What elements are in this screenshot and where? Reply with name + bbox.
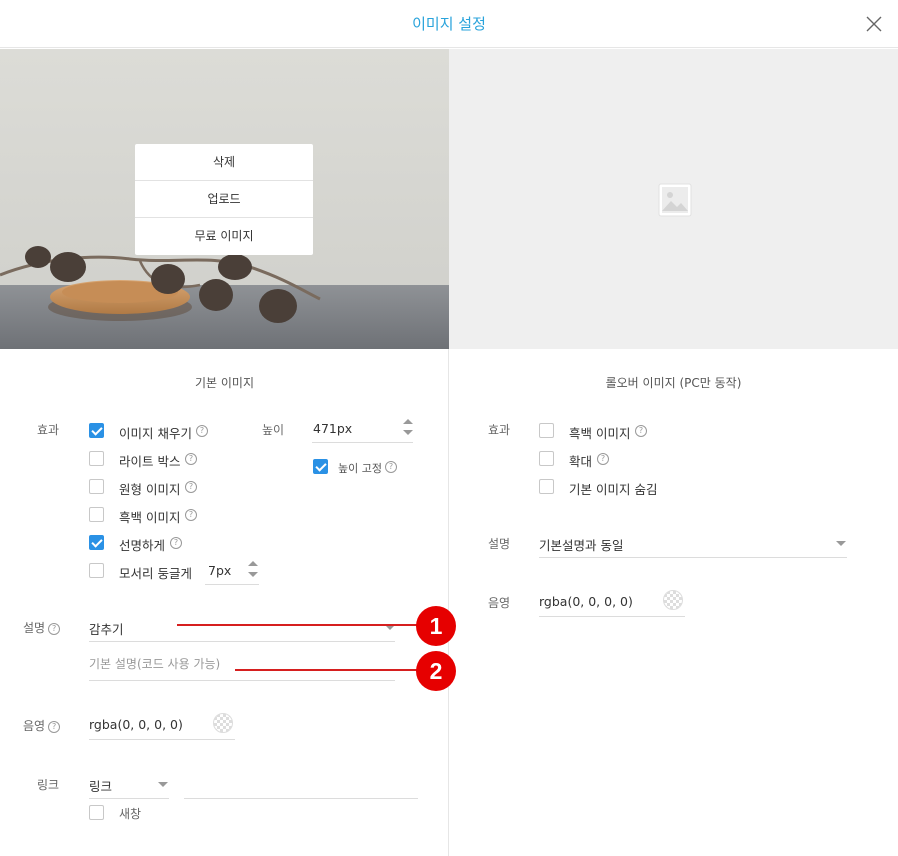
height-stepper[interactable]: 471px	[312, 414, 413, 443]
effect-option[interactable]: 흑백 이미지 ?	[89, 507, 197, 526]
rollover-effect-option[interactable]: 기본 이미지 숨김	[539, 479, 657, 498]
annotation-badge-1: 1	[416, 606, 456, 646]
grayscale-checkbox[interactable]	[89, 507, 104, 522]
help-icon[interactable]: ?	[635, 425, 647, 437]
caption-label: 설명?	[23, 619, 61, 636]
rollover-effect-label: 효과	[488, 423, 511, 437]
fill-image-checkbox[interactable]	[89, 423, 104, 438]
spinner-icon[interactable]	[248, 561, 258, 577]
lightbox-label: 라이트 박스	[119, 454, 181, 469]
effect-option[interactable]: 라이트 박스 ?	[89, 451, 197, 470]
link-type-select[interactable]: 링크	[89, 768, 169, 799]
dropdown-caret-icon	[158, 782, 168, 787]
rollover-caption-value: 기본설명과 동일	[539, 538, 624, 553]
corner-radius-stepper[interactable]: 7px	[205, 558, 259, 585]
rollover-image-area[interactable]	[449, 49, 898, 349]
basic-section-title: 기본 이미지	[194, 376, 254, 390]
annotation-line	[235, 669, 417, 671]
shadow-color-field[interactable]: rgba(0, 0, 0, 0)	[89, 709, 235, 740]
column-divider	[448, 349, 449, 856]
height-fixed-checkbox[interactable]	[313, 459, 328, 474]
sharpen-checkbox[interactable]	[89, 535, 104, 550]
link-type-value: 링크	[89, 779, 113, 794]
effect-option[interactable]: 이미지 채우기 ?	[89, 423, 208, 442]
rollover-shadow-label: 음영	[488, 596, 511, 610]
zoom-checkbox[interactable]	[539, 451, 554, 466]
spinner-icon[interactable]	[403, 419, 413, 435]
shadow-label-text: 음영	[23, 719, 46, 733]
sharpen-label: 선명하게	[119, 538, 166, 553]
help-icon[interactable]: ?	[48, 623, 61, 635]
annotation-line	[177, 624, 417, 626]
zoom-label: 확대	[569, 454, 593, 469]
help-icon[interactable]: ?	[196, 425, 208, 437]
new-window-label: 새창	[119, 807, 142, 821]
color-picker-icon[interactable]	[213, 713, 233, 733]
effect-label: 효과	[37, 423, 60, 437]
lightbox-checkbox[interactable]	[89, 451, 104, 466]
rollover-shadow-color-value: rgba(0, 0, 0, 0)	[539, 594, 633, 609]
help-icon[interactable]: ?	[385, 461, 397, 473]
help-icon[interactable]: ?	[185, 509, 197, 521]
help-icon[interactable]: ?	[48, 721, 61, 733]
rollover-caption-select[interactable]: 기본설명과 동일	[539, 527, 847, 558]
color-picker-icon[interactable]	[663, 590, 683, 610]
corner-radius-value: 7px	[208, 563, 232, 578]
rollover-section-title: 롤오버 이미지 (PC만 동작)	[605, 376, 742, 390]
height-value: 471px	[313, 421, 353, 436]
shadow-label: 음영?	[23, 717, 61, 734]
height-fixed-label: 높이 고정	[338, 462, 382, 475]
help-icon[interactable]: ?	[597, 453, 609, 465]
help-icon[interactable]: ?	[185, 481, 197, 493]
round-corner-label: 모서리 둥글게	[119, 566, 192, 581]
help-icon[interactable]: ?	[170, 537, 182, 549]
help-icon[interactable]: ?	[185, 453, 197, 465]
effect-option[interactable]: 선명하게 ?	[89, 535, 182, 554]
fill-image-label: 이미지 채우기	[119, 426, 192, 441]
hide-basic-image-checkbox[interactable]	[539, 479, 554, 494]
caption-label-text: 설명	[23, 621, 46, 635]
upload-button[interactable]: 업로드	[135, 181, 313, 218]
link-label: 링크	[37, 778, 60, 792]
annotation-badge-2: 2	[416, 651, 456, 691]
rollover-effect-option[interactable]: 흑백 이미지 ?	[539, 423, 647, 442]
image-placeholder-icon	[658, 183, 692, 217]
effect-option[interactable]: 원형 이미지 ?	[89, 479, 197, 498]
new-window-checkbox[interactable]	[89, 805, 104, 820]
grayscale-label: 흑백 이미지	[119, 510, 181, 525]
height-label: 높이	[262, 423, 285, 437]
round-corner-checkbox[interactable]	[89, 563, 104, 578]
height-fixed-option[interactable]: 높이 고정 ?	[313, 459, 397, 478]
caption-select[interactable]: 감추기	[89, 610, 395, 642]
dropdown-caret-icon	[836, 541, 846, 546]
delete-button[interactable]: 삭제	[135, 144, 313, 181]
rollover-grayscale-label: 흑백 이미지	[569, 426, 631, 441]
rollover-shadow-color-field[interactable]: rgba(0, 0, 0, 0)	[539, 586, 685, 617]
effect-option[interactable]: 모서리 둥글게	[89, 563, 192, 582]
rollover-caption-label: 설명	[488, 537, 511, 551]
rollover-grayscale-checkbox[interactable]	[539, 423, 554, 438]
rollover-effect-option[interactable]: 확대 ?	[539, 451, 609, 470]
image-action-menu: 삭제 업로드 무료 이미지	[135, 144, 313, 255]
new-window-option[interactable]: 새창	[89, 805, 141, 824]
link-url-input[interactable]	[184, 775, 418, 789]
circle-image-checkbox[interactable]	[89, 479, 104, 494]
circle-image-label: 원형 이미지	[119, 482, 181, 497]
link-url-field[interactable]	[184, 768, 418, 799]
dialog-title: 이미지 설정	[412, 15, 486, 33]
hide-basic-image-label: 기본 이미지 숨김	[569, 482, 658, 497]
caption-select-value: 감추기	[89, 622, 124, 637]
free-images-button[interactable]: 무료 이미지	[135, 218, 313, 255]
caption-text-field[interactable]	[89, 652, 395, 681]
shadow-color-value: rgba(0, 0, 0, 0)	[89, 717, 183, 732]
close-icon[interactable]	[864, 14, 884, 34]
